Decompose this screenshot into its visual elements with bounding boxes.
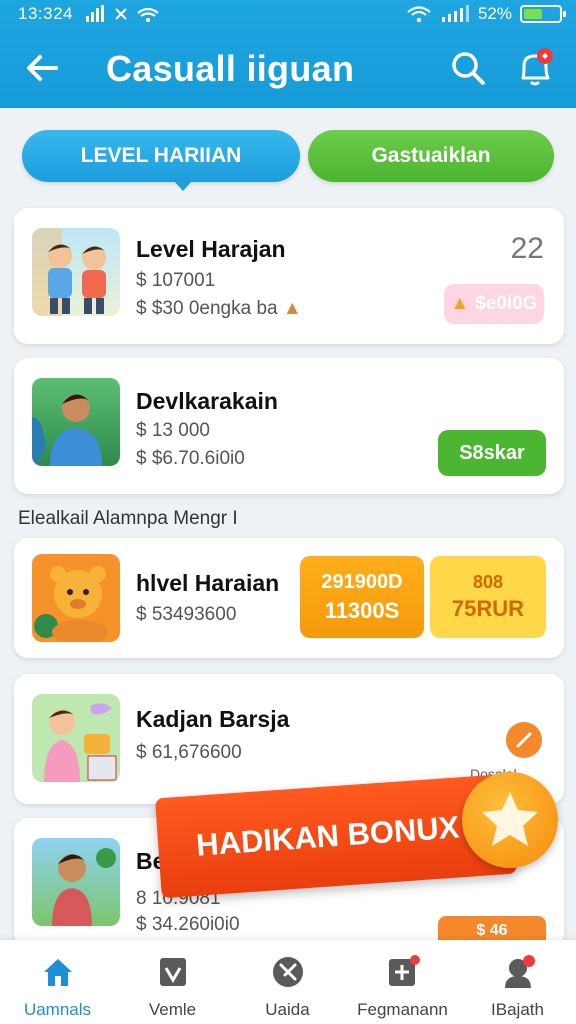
nav-item-home[interactable]: Uamnals [0,950,115,1020]
cake-icon: ▲ [282,298,302,319]
friends-illustration-icon [32,228,106,316]
card-title: Kadjan Barsja [136,706,290,732]
user-bell-icon [505,955,535,988]
reward-box-orange[interactable]: 291900D 11300S [300,556,424,638]
app-bar: Casuall iiguan [0,36,576,100]
thumbnail-boy-shop [32,694,120,782]
boy-shop-illustration-icon [44,703,117,782]
nav-label: IBajath [491,1000,544,1019]
card-amount: $ 53493600 [136,604,237,625]
thumbnail-friends [32,228,120,316]
list-item[interactable]: hlvel Haraian $ 53493600 291900D 11300S … [14,538,564,658]
nav-item-uaida[interactable]: Uaida [230,950,345,1020]
status-time: 13:324 [18,4,73,23]
reward-bottom: 11300S [324,597,400,623]
bottom-nav: Uamnals Vemle Uaida Fegmanann IBajath [0,940,576,1024]
card-amount: $ 61,676600 [136,742,242,763]
wifi-icon [407,6,431,23]
nav-item-fegmanann[interactable]: Fegmanann [345,950,460,1020]
tools-icon [273,957,303,987]
card-title: Level Harajan [136,236,286,262]
battery-level [524,9,542,19]
page-title: Casuall iiguan [106,48,355,89]
nav-label: Uamnals [23,1000,92,1019]
list-item[interactable]: Level Harajan $ 107001 $ $30 0engka ba ▲… [14,208,564,344]
home-icon [44,959,72,986]
search-icon[interactable] [448,48,488,88]
edit-pencil-icon[interactable] [506,722,542,758]
nav-label: Uaida [265,1000,310,1019]
cell-signal-icon [441,5,469,22]
boy-park-illustration-icon [52,848,116,926]
card-count: 22 [510,232,544,265]
bonus-label: HADIKAN BONUX [195,809,461,863]
thumbnail-boy-park [32,838,120,926]
thumbnail-bear [32,554,120,642]
trophy-icon: ▲ [450,293,470,314]
list-item[interactable]: Devlkarakain $ 13 000 $ $6.70.6i0i0 S8sk… [14,358,564,494]
nav-item-ibajath[interactable]: IBajath [460,950,575,1020]
bonus-star-icon[interactable] [462,772,558,868]
badge-label: $e0i0G [475,293,538,314]
card-subtext-label: $ $30 0engka ba [136,298,278,319]
plus-square-icon [389,955,420,986]
reward-top: 808 [472,572,504,592]
reward-top: 291900D [321,570,403,593]
card-amount: $ 13 000 [136,420,210,441]
battery-icon [520,5,566,23]
top-bar: 13:324 52% Casuall iiguan [0,0,576,108]
signal-wifi-icons [86,5,159,22]
shield-icon [160,958,186,986]
card-subtext: $ 34.260i0i0 [136,914,240,935]
card-subtext: $ $30 0engka ba ▲ [136,298,302,320]
nav-item-vemle[interactable]: Vemle [115,950,230,1020]
battery-percent: 52% [477,4,512,23]
tab-level-harian[interactable]: LEVEL HARIIAN [22,130,300,191]
back-arrow-icon[interactable] [22,48,62,88]
card-title: Devlkarakain [136,388,278,414]
action-button[interactable]: S8skar [438,430,546,476]
reward-box-yellow[interactable]: 808 75RUR [430,556,546,638]
card-subtext: $ $6.70.6i0i0 [136,448,245,469]
status-right: 52% [406,4,566,24]
nav-label: Vemle [148,1000,197,1019]
bear-mascot-icon [34,566,108,642]
status-badge[interactable]: ▲ $e0i0G [444,284,544,324]
notification-bell-icon[interactable] [514,46,556,90]
reward-bottom: 75RUR [451,596,525,622]
nav-label: Fegmanann [357,1000,448,1019]
man-illustration-icon [32,394,102,466]
section-label: Elealkail Alamnpa Mengr I [18,508,238,529]
status-bar: 13:324 52% [0,0,576,28]
card-title: hlvel Haraian [136,570,280,596]
card-amount: $ 107001 [136,270,216,291]
tab-gastuaiklan[interactable]: Gastuaiklan [308,130,554,182]
thumbnail-man [32,378,120,466]
